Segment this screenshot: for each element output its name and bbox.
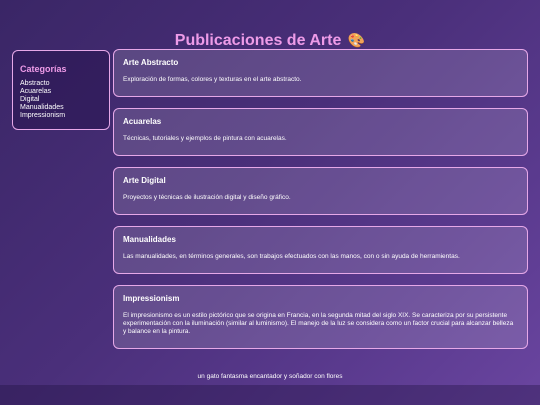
page-title-text: Publicaciones de Arte: [174, 31, 342, 49]
post-title: Manualidades: [123, 235, 176, 244]
category-item-impressionism[interactable]: Impressionism: [20, 112, 109, 120]
post-title: Arte Abstracto: [123, 58, 179, 67]
category-list: Abstracto Acuarelas Digital Manualidades…: [20, 80, 109, 120]
post-card-arte-abstracto[interactable]: Arte Abstracto Exploración de formas, co…: [113, 49, 528, 97]
post-description: El impresionismo es un estilo pictórico …: [123, 312, 514, 335]
page-title: Publicaciones de Arte 🎨: [0, 30, 540, 51]
post-card-acuarelas[interactable]: Acuarelas Técnicas, tutoriales y ejemplo…: [113, 108, 528, 156]
categories-sidebar: Categorías Abstracto Acuarelas Digital M…: [12, 50, 110, 130]
post-description: Técnicas, tutoriales y ejemplos de pintu…: [123, 135, 287, 142]
category-item-digital[interactable]: Digital: [20, 96, 109, 104]
post-card-manualidades[interactable]: Manualidades Las manualidades, en términ…: [113, 226, 528, 274]
post-card-arte-digital[interactable]: Arte Digital Proyectos y técnicas de ilu…: [113, 167, 528, 215]
palette-icon: 🎨: [347, 31, 366, 48]
footer-caption: un gato fantasma encantador y soñador co…: [197, 372, 343, 380]
category-item-acuarelas[interactable]: Acuarelas: [20, 88, 109, 96]
post-description: Proyectos y técnicas de ilustración digi…: [123, 194, 291, 201]
post-title: Arte Digital: [123, 176, 166, 185]
posts-list: Arte Abstracto Exploración de formas, co…: [113, 49, 528, 360]
category-item-manualidades[interactable]: Manualidades: [20, 104, 109, 112]
post-description: Las manualidades, en términos generales,…: [123, 253, 460, 260]
sidebar-heading: Categorías: [20, 64, 67, 74]
post-title: Impressionism: [123, 294, 180, 303]
post-description: Exploración de formas, colores y textura…: [123, 76, 302, 83]
post-card-impressionism[interactable]: Impressionism El impresionismo es un est…: [113, 285, 528, 349]
category-item-abstracto[interactable]: Abstracto: [20, 80, 109, 88]
post-title: Acuarelas: [123, 117, 162, 126]
bottom-strip: [0, 385, 540, 405]
